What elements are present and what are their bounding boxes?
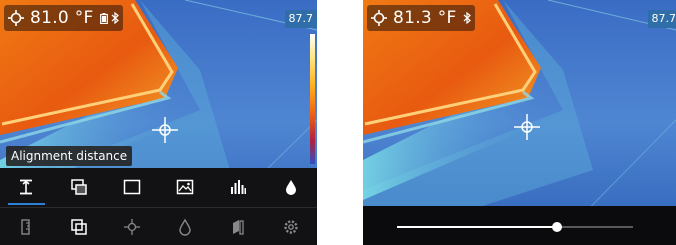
spot-meter-icon <box>371 10 387 26</box>
spot-crosshair-button[interactable] <box>106 208 159 245</box>
humidity-button[interactable] <box>158 208 211 245</box>
image-icon <box>176 179 194 195</box>
thermal-camera-screen-right: 81.3 °F 87.7 <box>363 0 676 245</box>
scale-max-label: 87.7 <box>647 10 676 28</box>
slider-track[interactable] <box>397 226 633 228</box>
image-mode-button[interactable] <box>158 168 211 206</box>
settings-button[interactable] <box>264 208 317 245</box>
overlay-mode-button[interactable] <box>53 208 106 245</box>
temperature-value: 81.3 °F <box>393 8 457 28</box>
slider-fill <box>397 226 558 228</box>
droplet-icon <box>285 180 296 195</box>
histogram-button[interactable] <box>211 168 264 206</box>
toolbar-row-top <box>0 168 317 206</box>
emissivity-icon <box>232 220 244 235</box>
alignment-distance-slider-panel <box>363 206 676 245</box>
rectangle-icon <box>123 179 141 195</box>
temperature-readout: 81.3 °F <box>367 5 475 31</box>
humidity-icon <box>179 218 191 236</box>
temperature-value: 81.0 °F <box>30 8 94 28</box>
bluetooth-icon <box>111 12 119 24</box>
settings-gear-icon <box>283 220 298 234</box>
battery-icon <box>99 12 108 24</box>
histogram-icon <box>230 180 246 194</box>
dew-point-button[interactable] <box>264 168 317 206</box>
temperature-color-scale <box>310 34 315 164</box>
alignment-distance-icon <box>20 179 33 195</box>
bluetooth-icon <box>463 12 471 24</box>
distance-meter-button[interactable] <box>0 208 53 245</box>
temperature-readout: 81.0 °F <box>4 5 123 31</box>
status-icons <box>463 12 471 24</box>
center-crosshair-icon <box>514 114 540 140</box>
center-crosshair-icon <box>152 117 178 143</box>
scale-max-label: 87.7 <box>284 10 317 28</box>
thermal-camera-screen-left: 81.0 °F 87.7 Alignment distance <box>0 0 317 245</box>
crosshair-icon <box>124 219 141 235</box>
distance-meter-icon <box>21 219 31 235</box>
alignment-distance-tooltip: Alignment distance <box>6 146 133 166</box>
slider-knob[interactable] <box>552 222 563 232</box>
overlay-mode-icon <box>71 219 87 235</box>
picture-in-picture-icon <box>71 179 87 195</box>
spot-meter-icon <box>8 10 24 26</box>
picture-in-picture-button[interactable] <box>53 168 106 206</box>
rectangle-area-button[interactable] <box>106 168 159 206</box>
camera-toolbar <box>0 168 317 245</box>
toolbar-row-bottom <box>0 207 317 245</box>
status-icons <box>99 12 119 24</box>
alignment-distance-button[interactable] <box>0 168 53 206</box>
emissivity-button[interactable] <box>211 208 264 245</box>
